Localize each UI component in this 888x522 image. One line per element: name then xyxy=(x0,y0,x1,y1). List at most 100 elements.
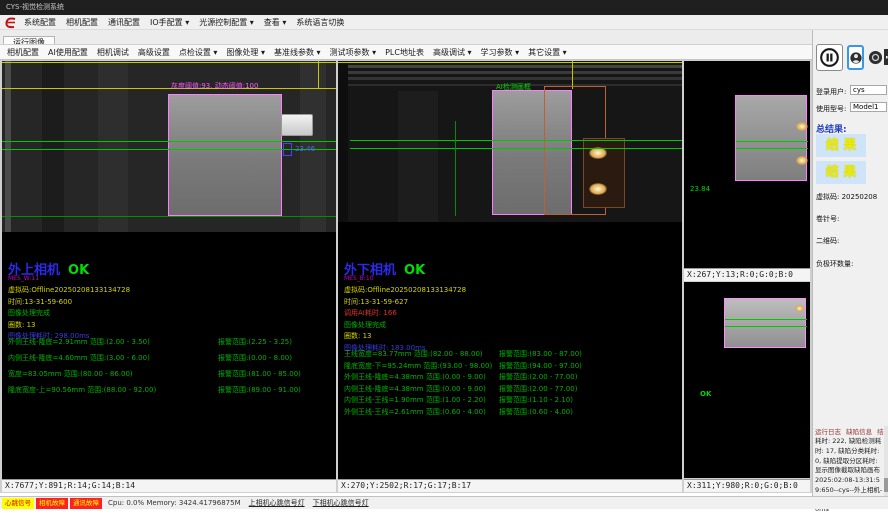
login-user-label: 登录用户: xyxy=(816,87,846,97)
tab-strip: 运行图像 xyxy=(0,30,888,44)
measure-line-green xyxy=(350,140,682,141)
needle-number-label: 卷针号: xyxy=(816,214,839,224)
camera-view-lower-outer[interactable]: AI检测画框 外下相机OK MES_B:10 虚拟码:Offline202502… xyxy=(338,61,682,492)
app-logo-icon xyxy=(3,16,19,29)
model-label: 使用型号: xyxy=(816,104,846,114)
measurement-alarm-range: 报警范围:(1.10 - 2.10) xyxy=(499,395,573,407)
measurement-alarm-range: 报警范围:(94.00 - 97.00) xyxy=(499,361,582,373)
pixel-coordinate-bar: X:311;Y:980;R:0;G:0;B:0 xyxy=(684,479,810,492)
processing-done-line: 图像处理完成 xyxy=(344,320,466,332)
pixel-coordinate-bar: X:7677;Y:891;R:14;G:14;B:14 xyxy=(2,479,336,492)
mes-label: MES_W:11 xyxy=(8,275,39,282)
measure-line-green xyxy=(350,148,682,149)
ai-detect-box-label: AI检测画框 xyxy=(496,82,531,92)
measurement-row: 内侧王线-王线=1.90mm 范围:(1.00 - 2.20) 报警范围:(1.… xyxy=(344,395,582,407)
result-status-ok: OK xyxy=(404,263,425,278)
calibration-line-yellow xyxy=(318,61,319,89)
window-title: CYS-视觉检测系统 xyxy=(0,0,888,15)
image-stripe xyxy=(338,61,348,222)
image-stripe xyxy=(5,61,11,232)
menu-item-system-config[interactable]: 系统配置 xyxy=(24,17,56,28)
menu-item-io-config[interactable]: IO手配置 ▾ xyxy=(150,17,189,28)
model-input[interactable] xyxy=(850,102,887,112)
tool-image-processing[interactable]: 图像处理 ▾ xyxy=(226,47,265,58)
calibration-line-yellow xyxy=(338,62,682,63)
reflection-glow xyxy=(589,183,607,195)
measurement-alarm-range: 报警范围:(81.00 - 85.00) xyxy=(218,369,301,385)
menu-item-language-switch[interactable]: 系统语言切换 xyxy=(296,17,344,28)
reflection-glow xyxy=(795,305,804,312)
camera-image-lower-outer[interactable]: AI检测画框 xyxy=(338,61,682,222)
turn-count-line: 圈数: 13 xyxy=(8,320,130,332)
overlay-threshold-label: 灰度阈值:93, 动态阈值:100 xyxy=(171,81,258,91)
roi-marker-blue xyxy=(283,143,292,156)
tool-plc-address-table[interactable]: PLC地址表 xyxy=(385,47,424,58)
measurement-list: 外侧王线-隆底=2.91mm 范围:(2.00 - 3.50) 报警范围:(2.… xyxy=(8,337,301,401)
toolbar: 相机配置 AI使用配置 相机调试 高级设置 点检设置 ▾ 图像处理 ▾ 基准线参… xyxy=(0,44,812,60)
measurement-alarm-range: 报警范围:(0.00 - 8.00) xyxy=(218,353,292,369)
tool-baseline-params[interactable]: 基准线参数 ▾ xyxy=(274,47,321,58)
measure-line-green xyxy=(455,121,456,216)
camera-view-upper-outer[interactable]: 23.46 灰度阈值:93, 动态阈值:100 外上相机OK MES_W:11 … xyxy=(2,61,336,492)
measurement-value: 内侧王线-隆底=4.60mm 范围:(3.00 - 6.00) xyxy=(8,353,218,369)
pixel-coordinate-bar: X:267;Y:13;R:0;G:0;B:0 xyxy=(684,268,810,281)
tool-spot-check[interactable]: 点检设置 ▾ xyxy=(179,47,218,58)
measurement-row: 隆底宽度-下=95.24mm 范围:(93.00 - 98.00) 报警范围:(… xyxy=(344,361,582,373)
calibration-line-yellow xyxy=(572,61,573,89)
log-tab-run[interactable]: 运行日志 xyxy=(815,428,841,436)
measurement-value: 外侧王线-隆底=4.38mm 范围:(0.00 - 9.00) xyxy=(344,372,499,384)
image-stripe xyxy=(42,61,64,232)
detected-part-outline xyxy=(168,94,282,216)
camera-view-small-top[interactable]: 23.84 xyxy=(684,61,810,268)
menu-item-camera-config[interactable]: 相机配置 xyxy=(66,17,98,28)
log-tab-strip: 运行日志 缺陷信息 结果信息 xyxy=(815,426,888,436)
turn-count-line: 圈数: 13 xyxy=(344,331,466,343)
detected-part-outline xyxy=(735,95,807,181)
log-tab-defect[interactable]: 缺陷信息 xyxy=(846,428,872,436)
pixel-coordinate-bar: X:270;Y:2502;R:17;G:17;B:17 xyxy=(338,479,682,492)
tool-learning-params[interactable]: 学习参数 ▾ xyxy=(481,47,520,58)
tool-advanced-debug[interactable]: 高级调试 ▾ xyxy=(433,47,472,58)
measurement-row: 隆底宽度-上=90.56mm 范围:(88.00 - 92.00) 报警范围:(… xyxy=(8,385,301,401)
pause-button[interactable] xyxy=(816,44,843,71)
menu-bar: 系统配置 相机配置 通讯配置 IO手配置 ▾ 光源控制配置 ▾ 查看 ▾ 系统语… xyxy=(0,15,888,30)
door-exit-icon xyxy=(883,48,888,66)
measure-line-green xyxy=(725,326,807,327)
login-user-input[interactable] xyxy=(850,85,887,95)
log-scrollbar-handle[interactable] xyxy=(884,478,888,492)
measurement-row: 外侧王线-王线=2.61mm 范围:(0.60 - 4.00) 报警范围:(0.… xyxy=(344,407,582,419)
tool-ai-use-config[interactable]: AI使用配置 xyxy=(48,47,88,58)
processing-done-line: 图像处理完成 xyxy=(8,308,130,320)
status-bar: 心跳信号 相机故障 通讯故障 Cpu: 0.0% Memory: 3424.41… xyxy=(0,496,888,509)
time-line: 时间:13-31-59-627 xyxy=(344,297,466,309)
side-panel: 登录用户: 使用型号: 总结果: 结 果 结 果 虚拟码: 20250208 卷… xyxy=(812,30,888,496)
pause-icon xyxy=(819,47,840,68)
calibration-line-yellow xyxy=(2,62,336,63)
time-line: 时间:13-31-59-600 xyxy=(8,297,130,309)
tool-other-settings[interactable]: 其它设置 ▾ xyxy=(528,47,567,58)
image-stripe xyxy=(98,61,128,232)
tool-camera-config[interactable]: 相机配置 xyxy=(7,47,39,58)
image-stripe xyxy=(398,91,438,222)
menu-item-comm-config[interactable]: 通讯配置 xyxy=(108,17,140,28)
menu-item-view[interactable]: 查看 ▾ xyxy=(264,17,287,28)
tool-test-item-params[interactable]: 测试项参数 ▾ xyxy=(330,47,377,58)
menu-item-light-config[interactable]: 光源控制配置 ▾ xyxy=(199,17,254,28)
tool-camera-debug[interactable]: 相机调试 xyxy=(97,47,129,58)
measurement-row: 宽度=83.05mm 范围:(80.00 - 86.00) 报警范围:(81.0… xyxy=(8,369,301,385)
camera-image-upper-outer[interactable]: 23.46 灰度阈值:93, 动态阈值:100 xyxy=(2,61,336,232)
comm-fault-badge: 通讯故障 xyxy=(70,498,102,509)
exit-button[interactable] xyxy=(883,46,888,68)
tool-advanced-settings[interactable]: 高级设置 xyxy=(138,47,170,58)
measurement-value: 内侧王线-隆底=4.38mm 范围:(0.00 - 9.00) xyxy=(344,384,499,396)
upper-camera-heartbeat-link[interactable]: 上相机心跳信号灯 xyxy=(249,498,305,508)
lower-camera-heartbeat-link[interactable]: 下相机心跳信号灯 xyxy=(313,498,369,508)
overlay-result-value: OK xyxy=(700,390,711,398)
log-scrollbar[interactable] xyxy=(884,426,888,496)
camera-button[interactable] xyxy=(867,48,883,66)
ai-time-line: 调用AI耗时: 166 xyxy=(344,308,466,320)
measurement-row: 外侧王线-隆底=2.91mm 范围:(2.00 - 3.50) 报警范围:(2.… xyxy=(8,337,301,353)
camera-view-small-bottom[interactable]: OK xyxy=(684,282,810,478)
operator-button[interactable] xyxy=(847,45,864,70)
image-stripe xyxy=(348,77,682,80)
